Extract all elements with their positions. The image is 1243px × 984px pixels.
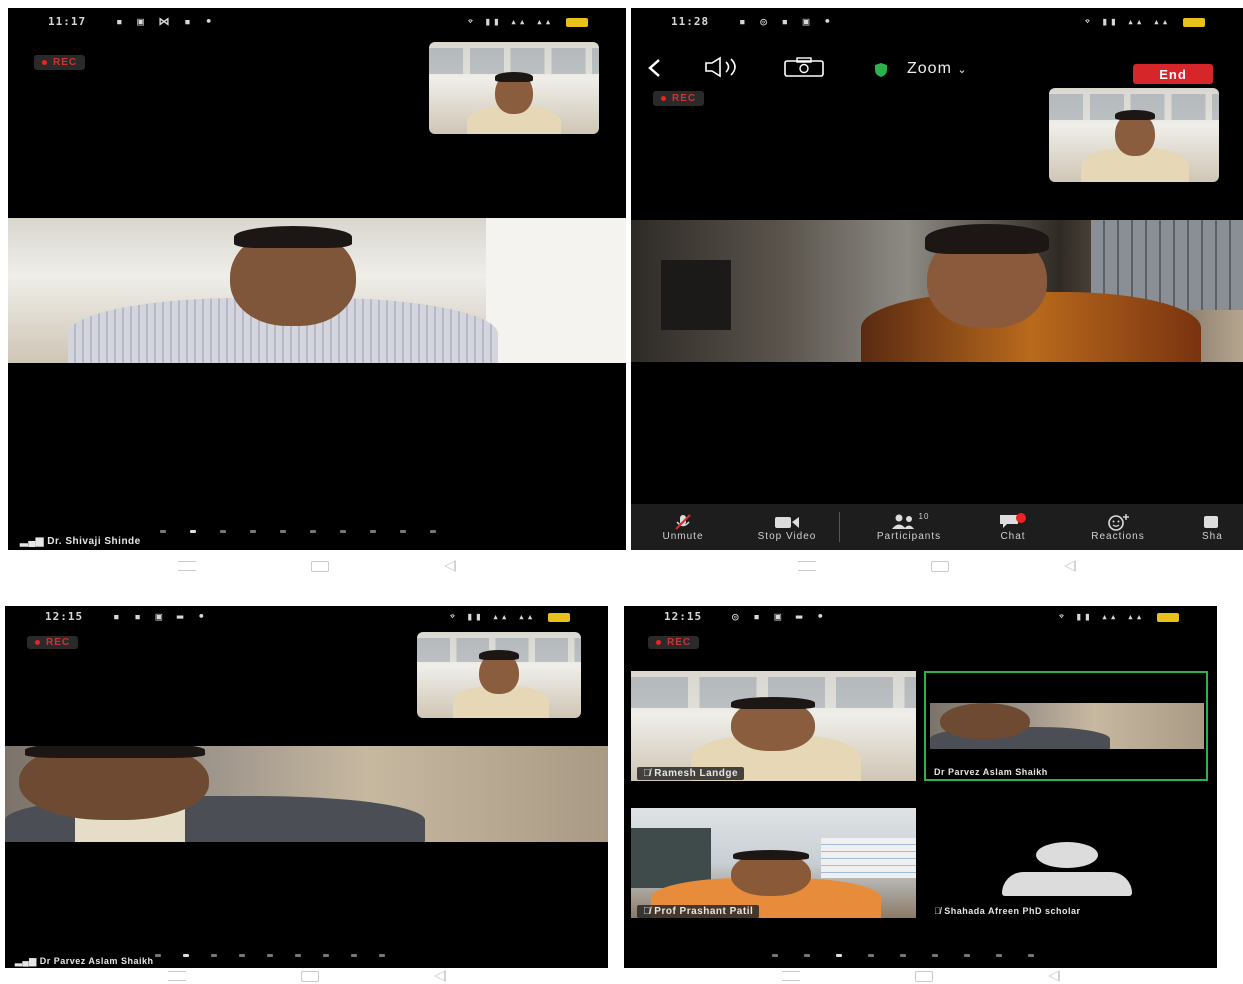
participant-name-label: Dr Parvez Aslam Shaikh <box>934 767 1048 777</box>
status-time: 12:15 <box>45 610 84 623</box>
home-icon[interactable] <box>931 560 949 572</box>
notification-icons: ◎ ▪ ▣ ▬ • <box>732 610 828 623</box>
speaker-icon[interactable] <box>703 56 745 78</box>
participant-tile-active-speaker[interactable]: Dr Parvez Aslam Shaikh <box>924 671 1208 781</box>
signal-battery-icons: ⌔ ▮▮ ▴▴ ▴▴ <box>1058 610 1179 623</box>
participants-count: 10 <box>918 512 930 521</box>
muted-mic-icon: 🎙̸ <box>934 906 945 916</box>
active-speaker-video <box>631 220 1243 362</box>
page-indicator <box>155 954 385 957</box>
muted-mic-icon: 🎙̸ <box>643 768 655 779</box>
switch-camera-icon[interactable] <box>783 56 825 78</box>
recent-apps-icon[interactable] <box>178 561 196 571</box>
notification-icons: ▪ ◎ ▪ ▣ • <box>739 15 835 28</box>
battery-icon <box>1157 612 1179 622</box>
back-icon[interactable] <box>444 560 456 572</box>
active-speaker-video <box>8 218 626 363</box>
avatar-placeholder-icon <box>1036 842 1098 868</box>
unmute-button[interactable]: Unmute <box>631 513 735 542</box>
battery-icon <box>566 17 588 27</box>
chat-icon <box>1000 512 1026 528</box>
notification-icons: ▪ ▪ ▣ ▬ • <box>113 610 209 623</box>
notification-icons: ▪ ▣ ⋈ ▪ • <box>116 15 216 28</box>
share-button[interactable]: Sha <box>1188 513 1242 542</box>
self-view-thumbnail[interactable] <box>417 632 581 718</box>
signal-battery-icons: ⌔ ▮▮ ▴▴ ▴▴ <box>467 15 588 28</box>
home-icon[interactable] <box>300 970 319 982</box>
stop-video-button[interactable]: Stop Video <box>735 513 839 542</box>
screenshot-panel-4: 12:15 ◎ ▪ ▣ ▬ • ⌔ ▮▮ ▴▴ ▴▴ REC 🎙̸ Ramesh… <box>624 606 1217 968</box>
status-bar: 11:17 ▪ ▣ ⋈ ▪ • ⌔ ▮▮ ▴▴ ▴▴ <box>8 8 626 34</box>
recording-indicator: REC <box>648 636 700 649</box>
recent-apps-icon[interactable] <box>167 971 186 981</box>
participant-name-label: 🎙̸ Shahada Afreen PhD scholar <box>934 906 1081 916</box>
status-bar: 11:28 ▪ ◎ ▪ ▣ • ⌔ ▮▮ ▴▴ ▴▴ <box>631 8 1243 34</box>
recording-indicator: REC <box>34 55 86 70</box>
home-icon[interactable] <box>914 970 933 982</box>
meeting-top-bar: Zoom ⌄ End <box>631 48 1243 88</box>
status-time: 12:15 <box>664 610 703 623</box>
meeting-title[interactable]: Zoom ⌄ <box>907 60 968 78</box>
recording-indicator: REC <box>653 91 705 106</box>
reactions-button[interactable]: Reactions <box>1048 513 1188 542</box>
home-icon[interactable] <box>311 560 329 572</box>
back-icon[interactable] <box>1047 970 1060 982</box>
battery-icon <box>548 612 570 622</box>
participant-name-label: 🎙̸ Ramesh Landge <box>637 767 745 780</box>
reactions-icon <box>1108 513 1129 531</box>
chevron-down-icon: ⌄ <box>957 64 968 76</box>
end-meeting-button[interactable]: End <box>1133 64 1213 84</box>
participant-tile[interactable]: 🎙̸ Ramesh Landge <box>631 671 916 781</box>
signal-battery-icons: ⌔ ▮▮ ▴▴ ▴▴ <box>1084 15 1205 28</box>
participants-button[interactable]: 10 Participants <box>840 512 978 542</box>
participant-tile[interactable]: 🎙̸ Prof Prashant Patil <box>631 808 916 918</box>
self-view-thumbnail[interactable] <box>429 42 599 134</box>
participant-tile[interactable]: 🎙̸ Shahada Afreen PhD scholar <box>924 808 1208 918</box>
self-view-thumbnail[interactable] <box>1049 88 1219 182</box>
back-icon[interactable] <box>1064 560 1076 572</box>
shield-icon <box>875 63 887 77</box>
screenshot-panel-1: 11:17 ▪ ▣ ⋈ ▪ • ⌔ ▮▮ ▴▴ ▴▴ REC ▂▄▆ Dr. S… <box>8 8 626 550</box>
status-bar: 12:15 ▪ ▪ ▣ ▬ • ⌔ ▮▮ ▴▴ ▴▴ <box>5 606 608 626</box>
speaker-name-label: ▂▄▆ Dr. Shivaji Shinde <box>20 536 141 547</box>
android-nav-bar <box>5 968 608 984</box>
android-nav-bar <box>631 556 1243 576</box>
share-screen-icon <box>1204 515 1218 528</box>
battery-icon <box>1183 17 1205 27</box>
page-indicator <box>160 530 436 533</box>
screenshot-panel-3: 12:15 ▪ ▪ ▣ ▬ • ⌔ ▮▮ ▴▴ ▴▴ REC ▂▄▆ Dr Pa… <box>5 606 608 968</box>
muted-mic-icon: 🎙̸ <box>643 906 655 917</box>
participant-name-label: 🎙̸ Prof Prashant Patil <box>637 905 760 918</box>
speaker-name-label: ▂▄▆ Dr Parvez Aslam Shaikh <box>15 956 154 966</box>
signal-icon: ▂▄▆ <box>20 536 48 547</box>
recent-apps-icon[interactable] <box>781 971 800 981</box>
signal-battery-icons: ⌔ ▮▮ ▴▴ ▴▴ <box>449 610 570 623</box>
status-bar: 12:15 ◎ ▪ ▣ ▬ • ⌔ ▮▮ ▴▴ ▴▴ <box>624 606 1217 626</box>
back-arrow-icon[interactable] <box>645 58 665 78</box>
status-time: 11:17 <box>48 15 87 28</box>
signal-icon: ▂▄▆ <box>15 956 40 966</box>
video-camera-icon <box>775 516 799 528</box>
chat-button[interactable]: Chat <box>978 512 1048 542</box>
page-indicator <box>772 954 1034 957</box>
meeting-toolbar: Unmute Stop Video 10 Participants Chat R… <box>631 504 1243 550</box>
back-icon[interactable] <box>433 970 446 982</box>
android-nav-bar <box>8 556 626 576</box>
android-nav-bar <box>624 968 1217 984</box>
participants-icon <box>891 514 914 529</box>
recording-indicator: REC <box>27 636 79 649</box>
muted-mic-icon <box>675 513 691 530</box>
status-time: 11:28 <box>671 15 710 28</box>
active-speaker-video <box>5 746 608 842</box>
recent-apps-icon[interactable] <box>798 561 816 571</box>
screenshot-panel-2: 11:28 ▪ ◎ ▪ ▣ • ⌔ ▮▮ ▴▴ ▴▴ Zoom ⌄ End RE… <box>631 8 1243 550</box>
